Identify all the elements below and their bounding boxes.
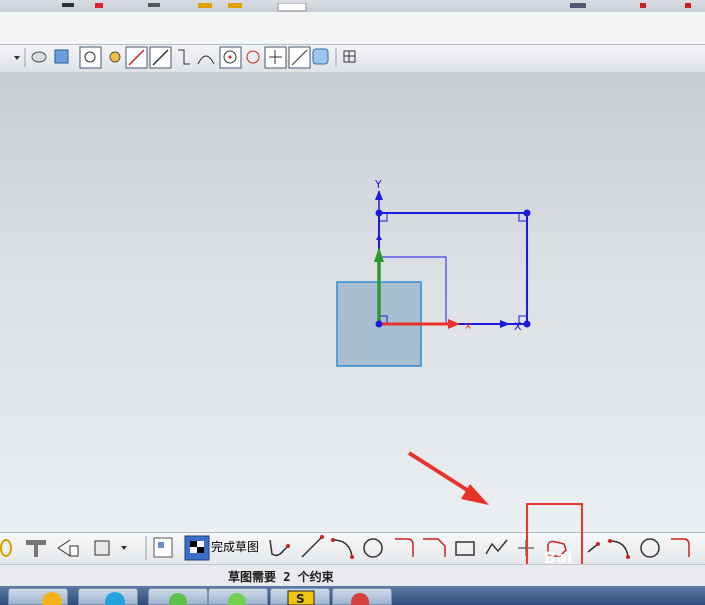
- app-3-icon: [169, 593, 187, 605]
- status-message: 草图需要 2 个约束: [228, 570, 334, 584]
- sketch-canvas: Y X ×: [336, 178, 531, 505]
- circle-curve-2-icon[interactable]: [640, 538, 660, 558]
- info-tree-icon[interactable]: [57, 539, 79, 557]
- dropdown-arrow-icon[interactable]: [121, 546, 127, 550]
- profile-tool-icon[interactable]: [269, 539, 290, 557]
- finish-sketch-icon[interactable]: [184, 535, 210, 561]
- arc-curve-2-icon[interactable]: [608, 539, 630, 559]
- line-curve-icon[interactable]: [301, 535, 324, 558]
- wechat-icon: [228, 593, 246, 605]
- app-2-icon: [105, 592, 125, 605]
- vertex-point[interactable]: [523, 320, 531, 328]
- measure-icon[interactable]: [26, 540, 46, 557]
- small-y-arrow: [376, 234, 382, 240]
- link-icon[interactable]: [0, 539, 12, 557]
- svg-text:S: S: [296, 592, 305, 605]
- chamfer-curve-icon[interactable]: [423, 538, 446, 557]
- polygon-curve-icon[interactable]: [485, 539, 508, 555]
- y-axis-label: Y: [374, 178, 382, 191]
- spline-curve-icon[interactable]: [587, 542, 600, 553]
- csys-x-label: ×: [464, 321, 472, 332]
- x-axis-label: X: [514, 320, 522, 333]
- circle-curve-icon[interactable]: [363, 538, 383, 558]
- vertex-point[interactable]: [523, 209, 531, 217]
- status-bar: 草图需要 2 个约束: [0, 564, 705, 587]
- finish-sketch-label[interactable]: 完成草图: [211, 538, 259, 555]
- csys-x-arrowhead: [448, 319, 460, 329]
- origin-point[interactable]: [375, 320, 383, 328]
- csys-y-arrowhead: [374, 247, 384, 262]
- fillet-curve-2-icon[interactable]: [671, 538, 690, 557]
- view-orient-icon[interactable]: [94, 540, 110, 556]
- app-6-icon: [351, 593, 369, 605]
- taskbar-icons: S: [42, 590, 369, 605]
- vertex-point[interactable]: [375, 209, 383, 217]
- y-axis-arrow: [375, 190, 383, 200]
- app-1-icon: [42, 592, 62, 605]
- sketch-frame-icon[interactable]: [153, 537, 173, 558]
- x-axis-arrow: [500, 320, 510, 328]
- arc-curve-icon[interactable]: [331, 538, 354, 559]
- fillet-curve-icon[interactable]: [395, 538, 414, 557]
- annotation-arrow: [407, 451, 477, 497]
- sketch-curve-icons: [0, 535, 690, 561]
- rectangle-curve-icon[interactable]: [455, 541, 475, 556]
